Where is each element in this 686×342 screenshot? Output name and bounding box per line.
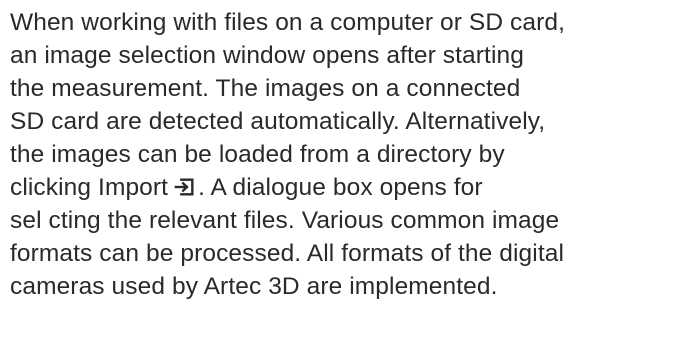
text-line-6-start: clicking Import <box>10 174 169 201</box>
text-line-7: sel cting the relevant files. Various co… <box>10 207 560 234</box>
text-line-4: SD card are detected automatically. Alte… <box>10 108 546 135</box>
text-line-2: an image selection window opens after st… <box>10 42 524 69</box>
text-line-3: the measurement. The images on a connect… <box>10 75 521 102</box>
document-paragraph: When working with files on a computer or… <box>10 6 682 303</box>
text-line-9: cameras used by Artec 3D are implemented… <box>10 273 498 300</box>
text-line-6-end: . A dialogue box opens for <box>198 174 483 201</box>
import-icon <box>174 176 196 198</box>
text-line-1: When working with files on a computer or… <box>10 9 566 36</box>
text-line-6: clicking Import . A dialogue box opens f… <box>10 171 682 204</box>
text-line-5: the images can be loaded from a director… <box>10 141 505 168</box>
text-line-8: formats can be processed. All formats of… <box>10 240 564 267</box>
